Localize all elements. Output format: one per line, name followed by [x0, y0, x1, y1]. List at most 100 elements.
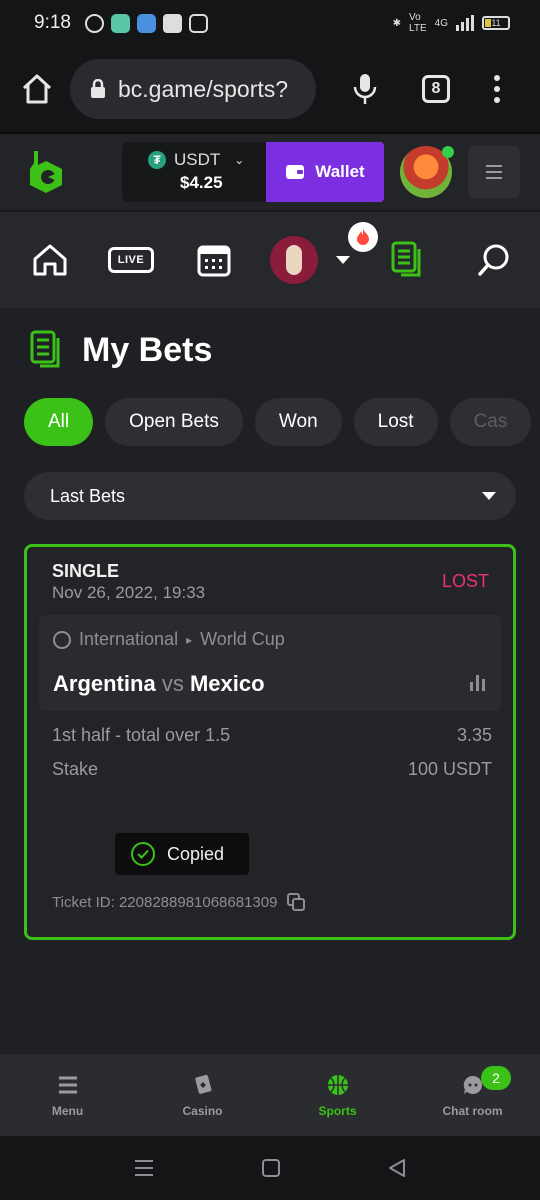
- market-label: 1st half - total over 1.5: [52, 725, 231, 745]
- balance-selector[interactable]: ₮ USDT ⌄ $4.25: [122, 142, 266, 202]
- filter-all[interactable]: All: [24, 398, 94, 446]
- tab-label: Casino: [182, 1104, 223, 1118]
- search-icon[interactable]: [474, 240, 514, 280]
- status-time: 9:18: [34, 12, 71, 33]
- casino-cards-icon: [192, 1074, 214, 1096]
- chat-unread-badge: 2: [481, 1066, 511, 1090]
- notification-icons: [84, 13, 208, 33]
- filter-cashout[interactable]: Cas: [449, 398, 532, 446]
- system-indicators: ✱ Vo LTE 4G 11: [393, 12, 510, 34]
- overflow-menu-icon[interactable]: [494, 75, 500, 103]
- menu-icon: [57, 1074, 79, 1096]
- basketball-icon: [327, 1074, 349, 1096]
- menu-toggle-button[interactable]: [468, 146, 520, 198]
- bet-selection-row: 1st half - total over 1.5 3.35: [52, 725, 492, 746]
- site-header: ₮ USDT ⌄ $4.25 Wallet: [0, 134, 540, 212]
- youtube-icon: [162, 13, 182, 33]
- tab-label: Menu: [51, 1104, 84, 1118]
- competition-name: World Cup: [200, 629, 285, 649]
- soccer-ball-icon: [53, 630, 71, 649]
- filter-open-bets[interactable]: Open Bets: [105, 398, 243, 446]
- home-icon[interactable]: [30, 240, 70, 280]
- network-label: 4G: [434, 17, 448, 29]
- copied-toast: Copied: [115, 833, 249, 875]
- tab-label: Chat room: [442, 1104, 503, 1118]
- lock-icon: [91, 79, 105, 98]
- odds-value: 3.35: [456, 725, 492, 745]
- bets-period-select[interactable]: Last Bets: [24, 472, 516, 520]
- calendar-icon[interactable]: [194, 240, 234, 280]
- bluetooth-icon: ✱: [392, 17, 402, 29]
- filter-lost[interactable]: Lost: [353, 398, 438, 446]
- volte-icon: Vo LTE: [409, 12, 427, 34]
- tab-chat-room[interactable]: Chat room 2: [405, 1054, 540, 1136]
- league-name: International: [79, 629, 179, 649]
- home-icon[interactable]: [20, 72, 54, 106]
- app-icon: [188, 13, 208, 33]
- filter-won[interactable]: Won: [254, 398, 342, 446]
- recent-apps-icon[interactable]: [134, 1159, 154, 1177]
- wallet-label: Wallet: [315, 162, 365, 181]
- app-icon: [110, 13, 130, 33]
- bet-type: SINGLE: [52, 561, 120, 581]
- stake-row: Stake 100 USDT: [52, 759, 492, 780]
- fire-icon[interactable]: [348, 222, 378, 252]
- versus-label: vs: [161, 671, 184, 696]
- chevron-down-icon: ⌄: [234, 153, 245, 167]
- page-heading: My Bets: [30, 330, 212, 370]
- tab-switcher-button[interactable]: 8: [422, 75, 450, 103]
- signal-icon: [456, 15, 474, 31]
- chevron-down-icon[interactable]: [336, 256, 350, 264]
- statistics-icon[interactable]: [470, 675, 485, 691]
- microphone-icon[interactable]: [352, 73, 378, 105]
- match-teams: Argentina vs Mexico: [53, 671, 265, 697]
- toast-text: Copied: [167, 843, 225, 864]
- tab-sports[interactable]: Sports: [270, 1054, 405, 1136]
- bet-date: Nov 26, 2022, 19:33: [52, 583, 206, 602]
- chevron-down-icon: [482, 492, 496, 500]
- currency-label: USDT: [174, 150, 221, 169]
- page-title: My Bets: [82, 330, 213, 369]
- battery-level: 11: [491, 18, 501, 28]
- sports-nav: LIVE: [0, 212, 540, 308]
- world-cup-icon[interactable]: [270, 236, 318, 284]
- tab-label: Sports: [318, 1104, 357, 1118]
- league-breadcrumb: International ▸ World Cup: [53, 629, 285, 650]
- check-circle-icon: [131, 842, 155, 866]
- battery-icon: 11: [482, 16, 510, 30]
- back-icon[interactable]: [388, 1159, 406, 1177]
- copy-icon[interactable]: [287, 893, 306, 911]
- chevron-right-icon: ▸: [186, 632, 193, 647]
- status-bar: 9:18 ✱ Vo LTE 4G 11: [0, 0, 540, 46]
- bet-card[interactable]: SINGLE Nov 26, 2022, 19:33 LOST Internat…: [24, 544, 516, 940]
- wallet-button[interactable]: Wallet: [266, 142, 384, 202]
- bottom-tab-bar: Menu Casino Sports Chat room 2: [0, 1054, 540, 1136]
- home-button-icon[interactable]: [262, 1159, 280, 1177]
- ticket-id: Ticket ID: 2208288981068681309: [52, 893, 306, 911]
- tab-menu[interactable]: Menu: [0, 1054, 135, 1136]
- whatsapp-icon: [84, 13, 104, 33]
- ticket-id-text: Ticket ID: 2208288981068681309: [52, 893, 278, 911]
- my-bets-icon: [30, 330, 60, 368]
- browser-toolbar: bc.game/sports? 8: [0, 46, 540, 134]
- stake-value: 100 USDT: [407, 759, 492, 779]
- bet-status-badge: LOST: [441, 571, 489, 591]
- app-icon: [136, 13, 156, 33]
- stake-label: Stake: [52, 759, 99, 779]
- select-value: Last Bets: [50, 485, 126, 506]
- avatar[interactable]: [400, 146, 454, 198]
- system-navigation-bar: [0, 1136, 540, 1200]
- bet-filters: All Open Bets Won Lost Cas: [24, 398, 540, 446]
- tether-icon: ₮: [148, 151, 166, 169]
- my-bets-icon[interactable]: [388, 240, 428, 280]
- away-team: Mexico: [189, 671, 265, 696]
- match-info[interactable]: International ▸ World Cup Argentina vs M…: [39, 615, 501, 711]
- bc-game-logo[interactable]: [28, 149, 64, 195]
- balance-amount: $4.25: [180, 173, 223, 192]
- address-bar[interactable]: bc.game/sports?: [70, 59, 316, 119]
- live-button[interactable]: LIVE: [108, 247, 154, 273]
- online-indicator: [442, 146, 454, 158]
- tab-casino[interactable]: Casino: [135, 1054, 270, 1136]
- wallet-icon: [286, 165, 305, 179]
- url-text: bc.game/sports?: [118, 75, 289, 102]
